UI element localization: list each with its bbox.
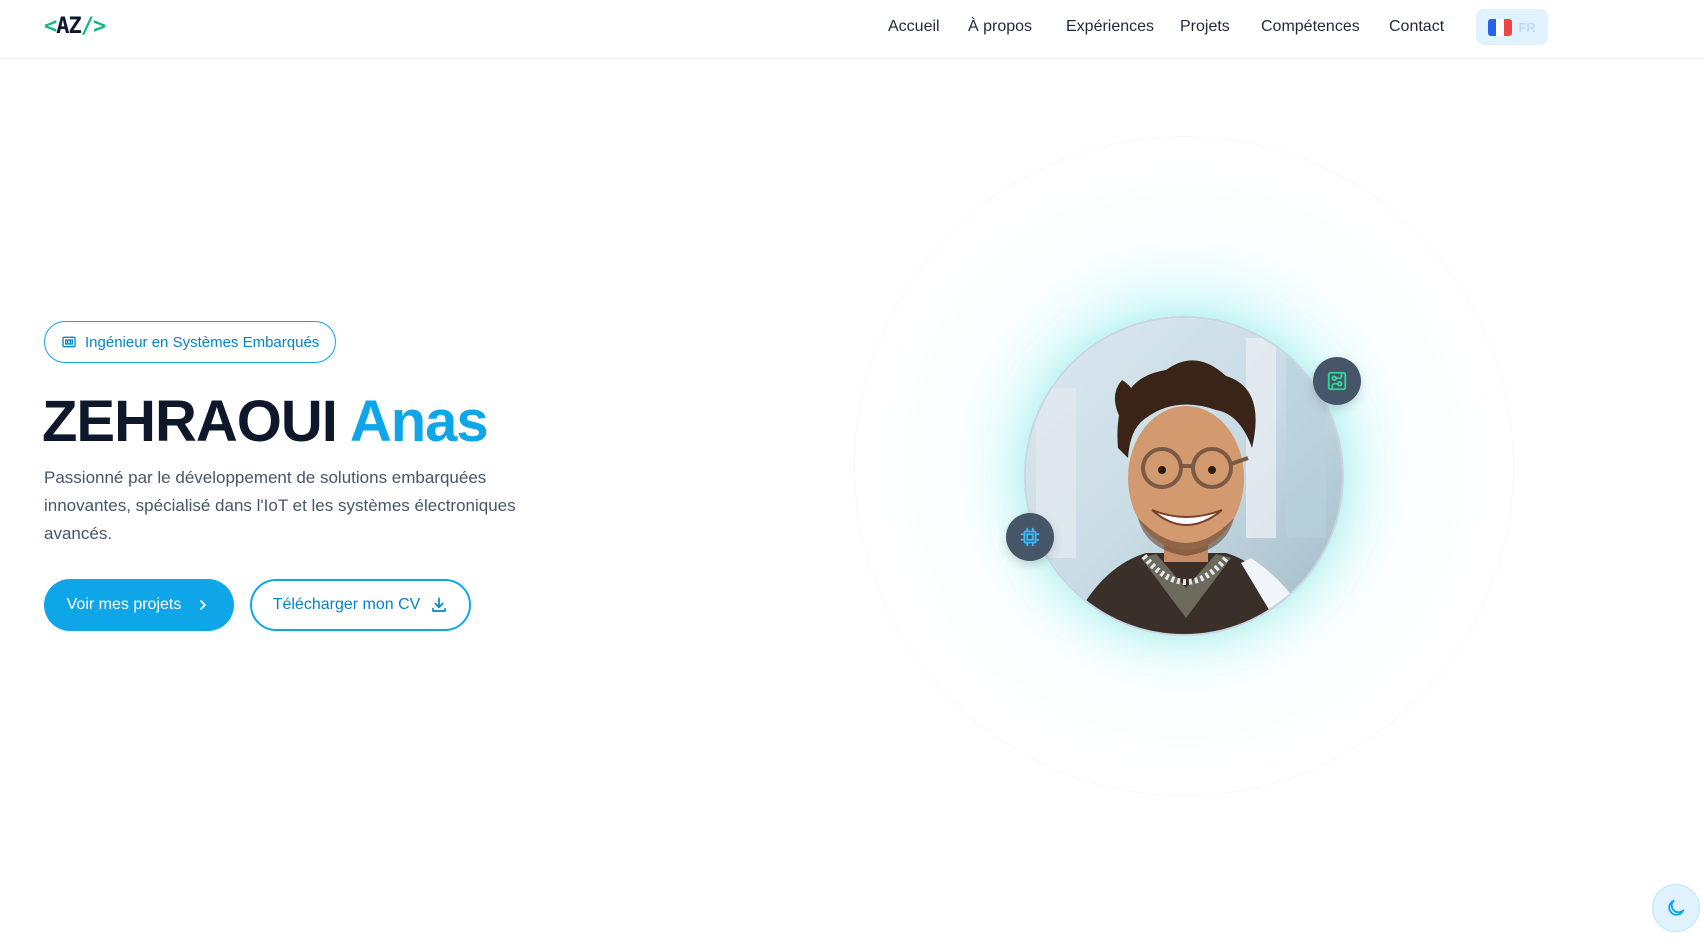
- role-badge-label: Ingénieur en Systèmes Embarqués: [85, 333, 320, 351]
- download-icon: [432, 597, 447, 612]
- nav-link-competences[interactable]: Compétences: [1261, 18, 1360, 36]
- nav-link-contact[interactable]: Contact: [1389, 18, 1444, 36]
- language-code: FR: [1518, 19, 1536, 35]
- hero-name: ZEHRAOUI Anas: [42, 388, 489, 456]
- cpu-icon: [1006, 513, 1054, 561]
- download-cv-button[interactable]: Télécharger mon CV: [250, 579, 471, 631]
- theme-toggle-button[interactable]: [1652, 884, 1700, 932]
- role-badge: Ingénieur en Systèmes Embarqués: [44, 321, 337, 363]
- chevron-right-icon: [200, 600, 207, 610]
- view-projects-button[interactable]: Voir mes projets: [44, 579, 234, 631]
- nav-link-experiences[interactable]: Expériences: [1066, 18, 1154, 36]
- site-logo[interactable]: <AZ/>: [44, 14, 106, 39]
- profile-photo: [1024, 316, 1344, 636]
- logo-bracket-close: />: [80, 14, 106, 39]
- view-projects-label: Voir mes projets: [66, 596, 182, 613]
- logo-text: AZ: [56, 14, 81, 39]
- logo-bracket-open: <: [44, 14, 57, 39]
- download-cv-label: Télécharger mon CV: [272, 596, 421, 613]
- language-switcher[interactable]: FR: [1476, 9, 1548, 45]
- navbar: <AZ/> Accueil À propos Expériences Proje…: [0, 0, 1704, 59]
- moon-icon: [1668, 899, 1685, 916]
- hero-description: Passionné par le développement de soluti…: [44, 468, 516, 543]
- last-name: ZEHRAOUI: [42, 389, 338, 454]
- chip-icon: [62, 336, 76, 348]
- french-flag-icon: [1488, 18, 1513, 36]
- nav-link-projets[interactable]: Projets: [1180, 18, 1230, 36]
- nav-link-a-propos[interactable]: À propos: [968, 18, 1032, 36]
- circuit-board-icon: [1313, 357, 1361, 405]
- first-name: Anas: [349, 389, 489, 454]
- nav-link-accueil[interactable]: Accueil: [888, 18, 940, 36]
